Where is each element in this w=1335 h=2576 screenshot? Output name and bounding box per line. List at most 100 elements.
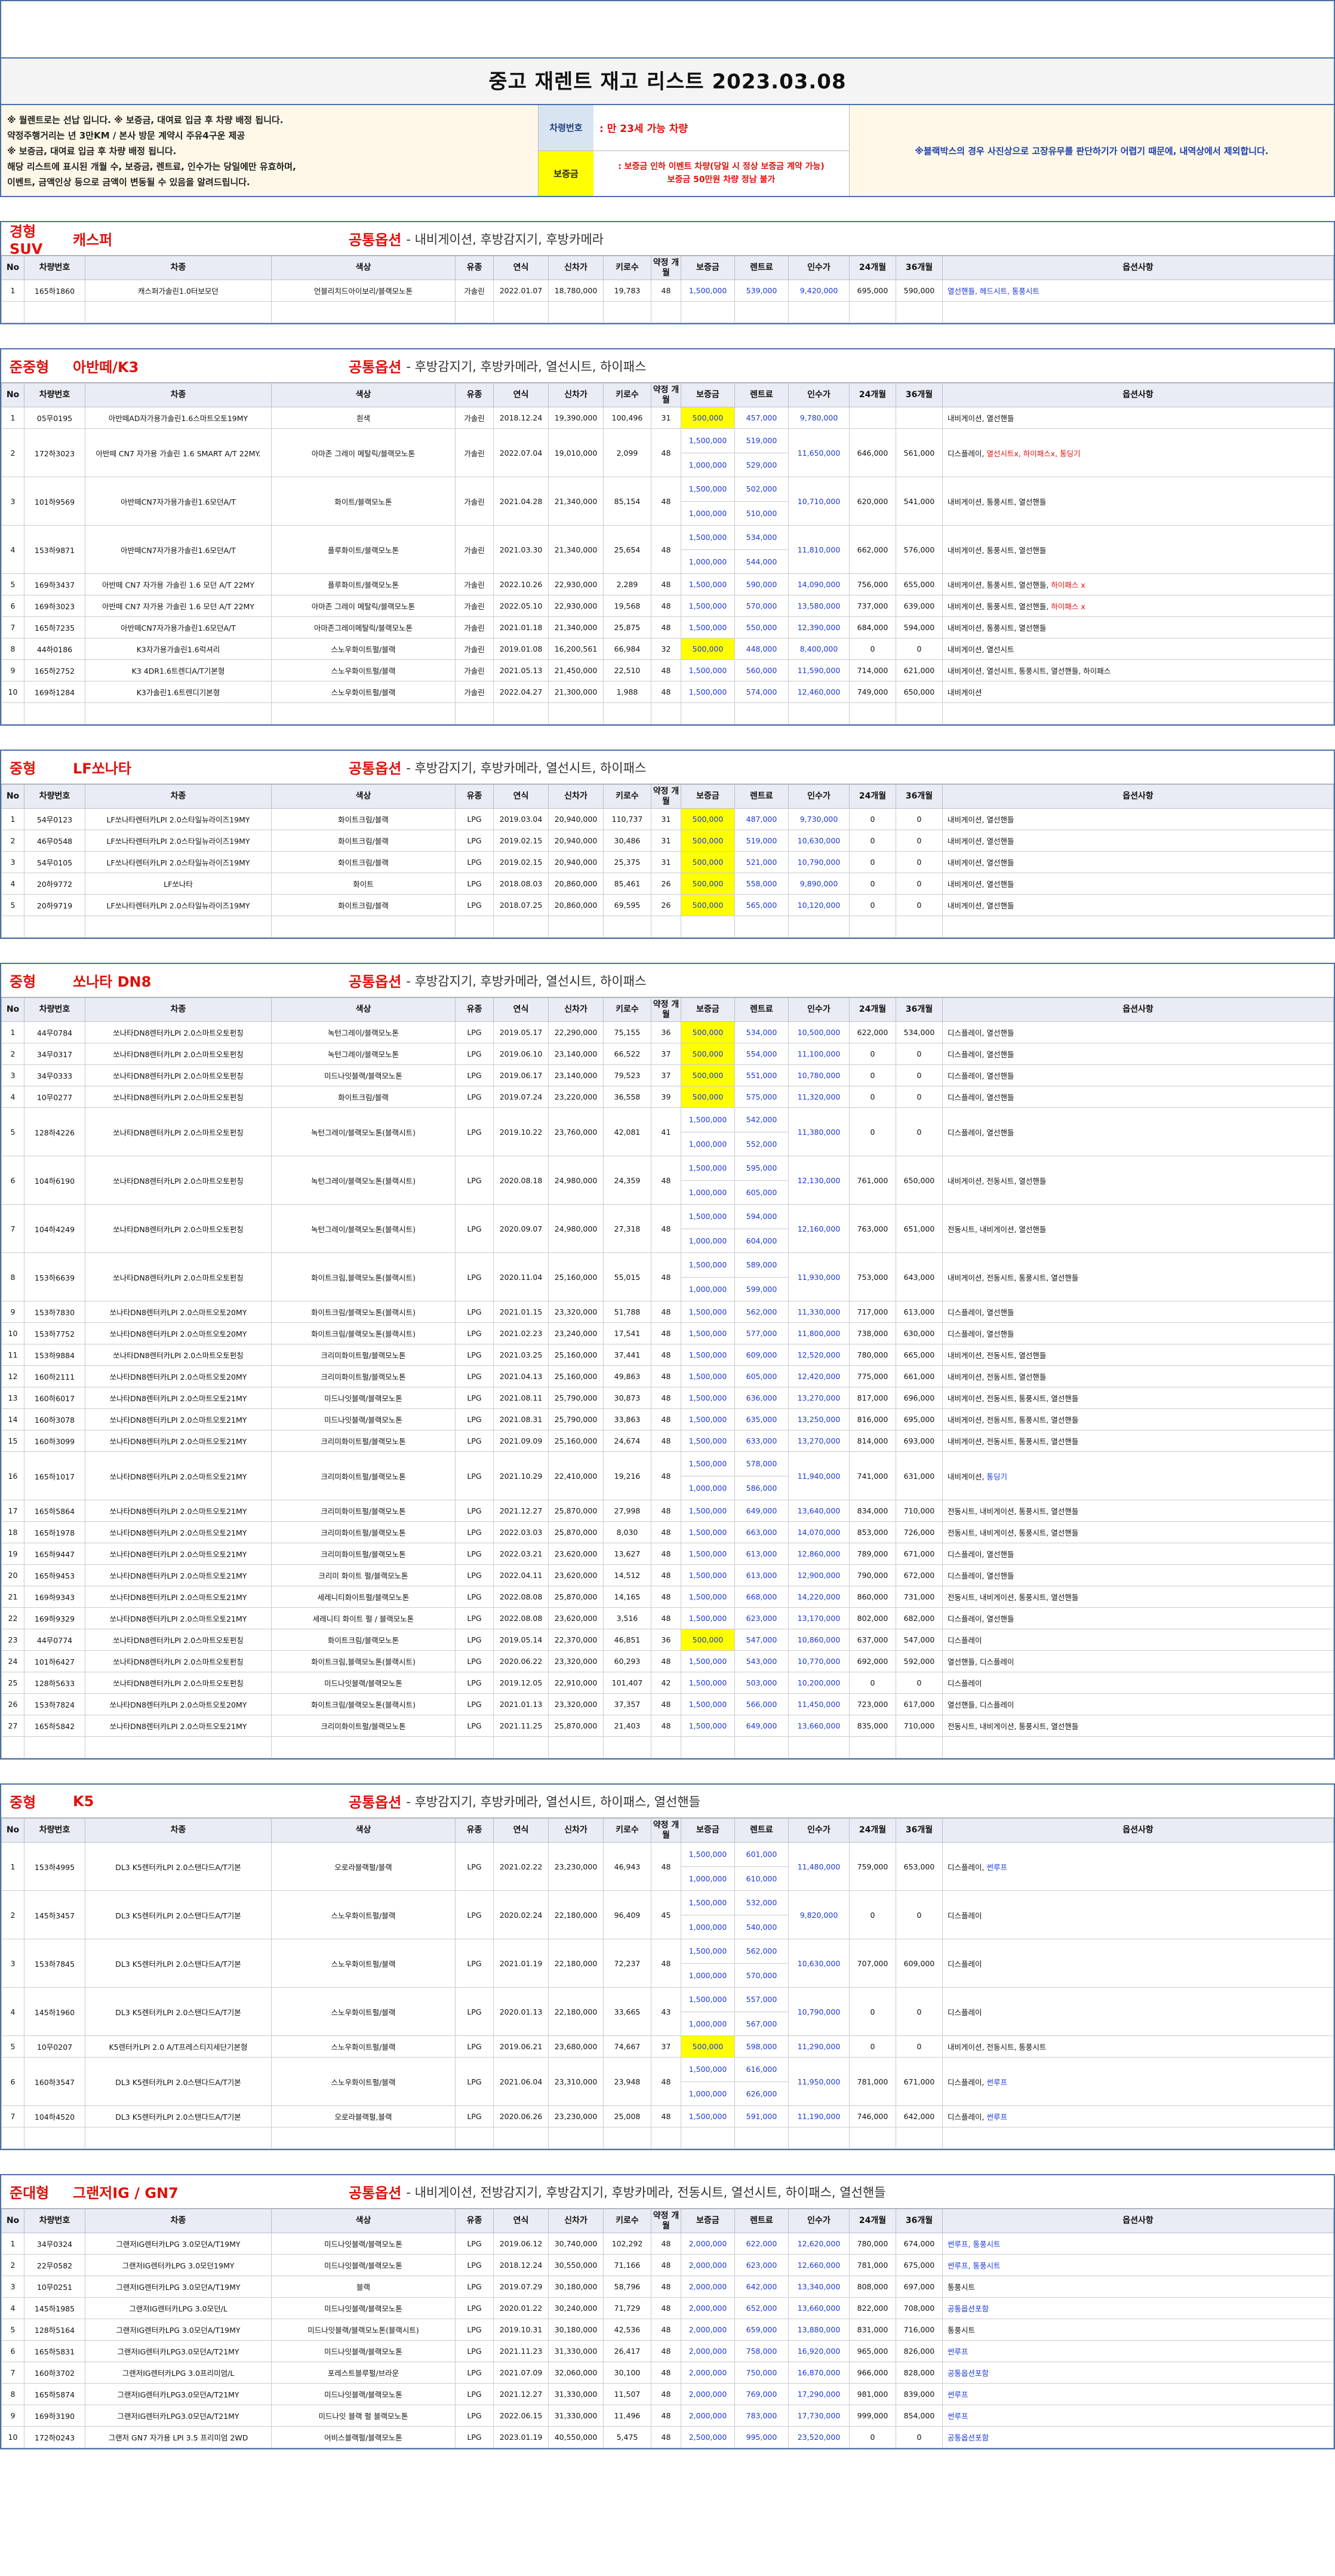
options: 내비게이션, 통풍시트, 열선핸들 <box>942 525 1334 574</box>
table-row[interactable]: 12 160하2111 쏘나타DN8렌터카LPI 2.0스마트오토20MY 크리미화이… <box>1 1365 1334 1387</box>
table-row[interactable]: 20 165하9453 쏘나타DN8렌터카LPI 2.0스마트오토21MY 크리미 화… <box>1 1564 1334 1586</box>
deposit-option: 1,000,000 <box>681 1180 734 1204</box>
contract-months: 48 <box>651 1156 681 1205</box>
contract-months: 31 <box>651 830 681 852</box>
fuel-type: 가솔린 <box>455 280 494 302</box>
table-row[interactable]: 1 54무0123 LF쏘나타렌터카LPI 2.0스타일뉴라이즈19MY 화이트크림/… <box>1 808 1334 830</box>
table-row[interactable]: 7 160하3702 그랜저IG렌터카LPG 3.0프리미엄/L 포레스트블루펄/브라… <box>1 2362 1334 2384</box>
table-row[interactable]: 6 160하3547 DL3 K5렌터카LPI 2.0스탠다드A/T기본 스노우화이트… <box>1 2057 1334 2106</box>
table-row[interactable]: 18 165하1978 쏘나타DN8렌터카LPI 2.0스마트오토21MY 크리미화이… <box>1 1521 1334 1543</box>
contract-months: 48 <box>651 1430 681 1452</box>
table-row[interactable]: 22 169하9329 쏘나타DN8렌터카LPI 2.0스마트오토21MY 세레니티 … <box>1 1607 1334 1629</box>
new-car-price: 20,940,000 <box>548 808 604 830</box>
table-row[interactable]: 8 153하6639 쏘나타DN8렌터카LPI 2.0스마트오토펀칭 화이트크림,블랙… <box>1 1252 1334 1301</box>
table-row[interactable]: 8 44하0186 K3자가용가솔린1.6럭셔리 스노우화이트펄/블랙 가솔린 2019.… <box>1 638 1334 660</box>
column-header: 옵션사항 <box>942 997 1334 1022</box>
table-row[interactable]: 8 165하5874 그랜저IG렌터카LPG3.0모던A/T21MY 미드나잇블랙/블… <box>1 2383 1334 2405</box>
table-row[interactable]: 3 153하7845 DL3 K5렌터카LPI 2.0스탠다드A/T기본 스노우화이트… <box>1 1939 1334 1988</box>
table-row[interactable]: 5 169하3437 아반떼 CN7 자가용 가솔린 1.6 모던 A/T 22MY… <box>1 573 1334 595</box>
plate-number: 54무0123 <box>24 808 85 830</box>
table-row[interactable]: 21 169하9343 쏘나타DN8렌터카LPI 2.0스마트오토21MY 세레니티화… <box>1 1586 1334 1608</box>
table-row[interactable]: 3 54무0105 LF쏘나타렌터카LPI 2.0스타일뉴라이즈19MY 화이트크림/… <box>1 851 1334 873</box>
table-row[interactable]: 5 128하5164 그랜저IG렌터카LPG 3.0모던A/T19MY 미드나잇블랙/… <box>1 2319 1334 2341</box>
mileage: 85,154 <box>603 477 651 526</box>
column-header: No <box>1 2209 24 2233</box>
table-row[interactable]: 3 101하9569 아반떼CN7자가용가솔린1.6모던A/T 화이트/블랙모노톤 가솔… <box>1 477 1334 526</box>
new-car-price: 31,330,000 <box>548 2340 604 2362</box>
price-24m: 0 <box>849 1890 896 1939</box>
table-row[interactable]: 3 34무0333 쏘나타DN8렌터카LPI 2.0스마트오토펀칭 미드나잇블랙/블랙… <box>1 1064 1334 1086</box>
notice-text: ※ 월렌트로는 선납 입니다. ※ 보증금, 대여료 입금 후 차량 배정 됩니… <box>1 105 539 196</box>
table-row[interactable]: 10 153하7752 쏘나타DN8렌터카LPI 2.0스마트오토20MY 화이트크림… <box>1 1322 1334 1344</box>
table-row[interactable]: 23 44무0774 쏘나타DN8렌터카LPI 2.0스마트오토펀칭 화이트크림/블랙… <box>1 1629 1334 1651</box>
table-row[interactable]: 2 22무0582 그랜저IG렌터카LPG 3.0모던19MY 미드나잇블랙/블랙모노… <box>1 2254 1334 2276</box>
options-text: 디스플레이, 열선핸들 <box>948 1050 1014 1059</box>
car-model: 쏘나타DN8렌터카LPI 2.0스마트오토펀칭 <box>85 1156 272 1205</box>
monthly-rent: 575,000 <box>734 1086 789 1108</box>
table-row[interactable]: 24 101하6427 쏘나타DN8렌터카LPI 2.0스마트오토펀칭 화이트크림,블… <box>1 1650 1334 1672</box>
options: 내비게이션, 열선시트 <box>942 638 1334 660</box>
table-row[interactable]: 6 165하5831 그랜저IG렌터카LPG3.0모던A/T21MY 미드나잇블랙/블… <box>1 2340 1334 2362</box>
table-row[interactable]: 1 34무0324 그랜저IG렌터카LPG 3.0모던A/T19MY 미드나잇블랙/블… <box>1 2233 1334 2255</box>
table-row[interactable]: 4 145하1985 그랜저IG렌터카LPG 3.0모던/L 미드나잇블랙/블랙모노톤… <box>1 2297 1334 2319</box>
table-row[interactable]: 10 169하1284 K3가솔린1.6트렌디기본형 스노우화이트펄/블랙 가솔린 202… <box>1 681 1334 703</box>
table-row[interactable]: 5 128하4226 쏘나타DN8렌터카LPI 2.0스마트오토펀칭 녹턴그레이/블랙… <box>1 1107 1334 1156</box>
table-row[interactable]: 7 165하7235 아반떼CN7자가용가솔린1.6모던A/T 아마존그레이메탈릭/블… <box>1 616 1334 638</box>
table-row[interactable]: 6 169하3023 아반떼 CN7 자가용 가솔린 1.6 모던 A/T 22MY… <box>1 595 1334 617</box>
table-row[interactable]: 4 153하9871 아반떼CN7자가용가솔린1.6모던A/T 플루화이트/블랙모노톤… <box>1 525 1334 574</box>
table-row[interactable]: 19 165하9447 쏘나타DN8렌터카LPI 2.0스마트오토21MY 크리미화이… <box>1 1543 1334 1565</box>
table-row[interactable]: 1 165하1860 캐스퍼가솔린1.0터보모던 언블리치드아이보리/블랙모노톤 가솔린… <box>1 280 1334 302</box>
options: 디스플레이 <box>942 1890 1334 1939</box>
table-row[interactable]: 4 20하9772 LF쏘나타 화이트 LPG 2018.08.03 20,860,000 8… <box>1 873 1334 895</box>
table-row[interactable]: 14 160하3078 쏘나타DN8렌터카LPI 2.0스마트오토21MY 미드나잇블… <box>1 1408 1334 1430</box>
table-row[interactable]: 4 10무0277 쏘나타DN8렌터카LPI 2.0스마트오토펀칭 화이트크림/블랙 L… <box>1 1086 1334 1108</box>
table-row[interactable]: 1 05무0195 아반떼AD자가용가솔린1.6스마트오토19MY 흰색 가솔린 2018… <box>1 407 1334 429</box>
table-row[interactable]: 1 44무0784 쏘나타DN8렌터카LPI 2.0스마트오토펀칭 녹턴그레이/블랙모… <box>1 1021 1334 1043</box>
monthly-rent: 609,000 <box>734 1344 789 1366</box>
column-header: 신차가 <box>548 997 604 1022</box>
car-model: DL3 K5렌터카LPI 2.0스탠다드A/T기본 <box>85 1842 272 1891</box>
price-36m: 534,000 <box>896 1021 943 1043</box>
table-row[interactable]: 16 165하1017 쏘나타DN8렌터카LPI 2.0스마트오토21MY 크리미화이… <box>1 1451 1334 1500</box>
table-row[interactable]: 7 104하4520 DL3 K5렌터카LPI 2.0스탠다드A/T기본 오로라블랙펄… <box>1 2105 1334 2127</box>
table-row[interactable]: 2 46무0548 LF쏘나타렌터카LPI 2.0스타일뉴라이즈19MY 화이트크림/… <box>1 830 1334 852</box>
buyout-price: 12,620,000 <box>788 2233 850 2255</box>
table-row[interactable]: 17 165하5864 쏘나타DN8렌터카LPI 2.0스마트오토21MY 크리미화이… <box>1 1500 1334 1522</box>
options: 디스플레이, 열선핸들 <box>942 1301 1334 1323</box>
table-row[interactable]: 2 34무0317 쏘나타DN8렌터카LPI 2.0스마트오토펀칭 녹턴그레이/블랙모… <box>1 1043 1334 1065</box>
price-36m: 594,000 <box>896 616 943 638</box>
table-row[interactable]: 26 153하7824 쏘나타DN8렌터카LPI 2.0스마트오토20MY 화이트크림… <box>1 1693 1334 1715</box>
table-row[interactable]: 9 169하3190 그랜저IG렌터카LPG3.0모던A/T21MY 미드나잇 블랙 … <box>1 2405 1334 2427</box>
table-row[interactable]: 27 165하5842 쏘나타DN8렌터카LPI 2.0스마트오토21MY 크리미화이… <box>1 1715 1334 1737</box>
table-row[interactable]: 6 104하6190 쏘나타DN8렌터카LPI 2.0스마트오토펀칭 녹턴그레이/블랙… <box>1 1156 1334 1205</box>
car-model: 쏘나타DN8렌터카LPI 2.0스마트오토펀칭 <box>85 1629 272 1651</box>
table-row[interactable]: 1 153하4995 DL3 K5렌터카LPI 2.0스탠다드A/T기본 오로라블랙펄… <box>1 1842 1334 1891</box>
table-row[interactable]: 5 20하9719 LF쏘나타렌터카LPI 2.0스타일뉴라이즈19MY 화이트크림/… <box>1 894 1334 916</box>
buyout-price: 11,290,000 <box>788 2035 850 2058</box>
rent-option: 544,000 <box>735 549 788 573</box>
table-row[interactable]: 10 172하0243 그랜저 GN7 자가용 LPI 3.5 프리미엄 2WD 어비… <box>1 2426 1334 2448</box>
table-row[interactable]: 2 145하3457 DL3 K5렌터카LPI 2.0스탠다드A/T기본 스노우화이트… <box>1 1890 1334 1939</box>
table-row[interactable]: 25 128하5633 쏘나타DN8렌터카LPI 2.0스마트오토펀칭 미드나잇블랙/… <box>1 1672 1334 1694</box>
row-number: 8 <box>1 2383 24 2405</box>
table-row[interactable]: 7 104하4249 쏘나타DN8렌터카LPI 2.0스마트오토펀칭 녹턴그레이/블랙… <box>1 1204 1334 1253</box>
buyout-price: 14,220,000 <box>788 1586 850 1608</box>
table-row[interactable]: 15 160하3099 쏘나타DN8렌터카LPI 2.0스마트오토21MY 크리미화이… <box>1 1430 1334 1452</box>
column-header: 색상 <box>271 383 456 407</box>
table-row[interactable]: 9 153하7830 쏘나타DN8렌터카LPI 2.0스마트오토20MY 화이트크림/… <box>1 1301 1334 1323</box>
monthly-rent: 534,000 <box>734 1021 789 1043</box>
table-row[interactable]: 2 172하3023 아반떼 CN7 자가용 가솔린 1.6 SMART A/T 2… <box>1 428 1334 477</box>
column-header: 옵션사항 <box>942 1818 1334 1843</box>
table-row[interactable]: 5 10무0207 K5렌터카LPI 2.0 A/T프레스티지세단기본형 스노우화이트… <box>1 2035 1334 2058</box>
table-row[interactable]: 13 160하6017 쏘나타DN8렌터카LPI 2.0스마트오토21MY 미드나잇블… <box>1 1387 1334 1409</box>
options: 썬루프 <box>942 2405 1334 2427</box>
row-number: 1 <box>1 1842 24 1891</box>
row-number: 1 <box>1 808 24 830</box>
table-row[interactable]: 3 10무0251 그랜저IG렌터카LPG 3.0모던A/T19MY 블랙 LPG 201… <box>1 2276 1334 2298</box>
car-color: 화이트크림/블랙 <box>271 851 456 873</box>
table-row[interactable]: 4 145하1960 DL3 K5렌터카LPI 2.0스탠다드A/T기본 스노우화이트… <box>1 1987 1334 2036</box>
monthly-rent: 448,000 <box>734 638 789 660</box>
table-row[interactable]: 11 153하9884 쏘나타DN8렌터카LPI 2.0스마트오토펀칭 크리미화이트펄… <box>1 1344 1334 1366</box>
table-row[interactable]: 9 165하2752 K3 4DR1.6트렌디A/T기본형 스노우화이트펄/블랙 가솔린… <box>1 659 1334 681</box>
new-car-price: 31,330,000 <box>548 2405 604 2427</box>
